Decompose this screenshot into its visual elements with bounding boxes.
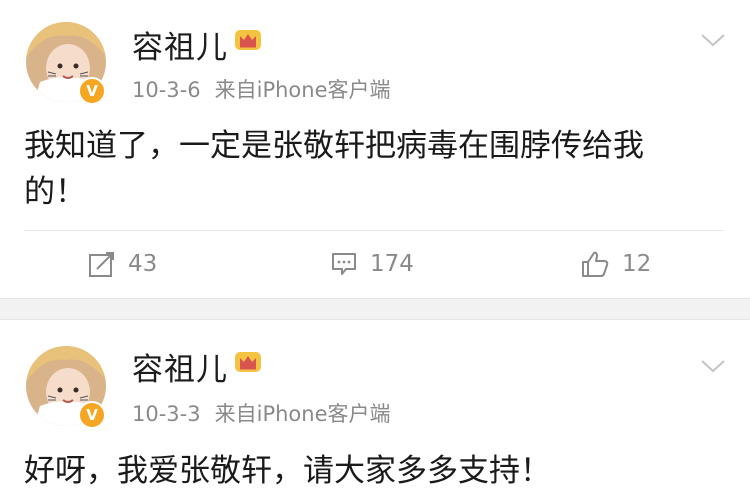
verified-badge: V: [78, 401, 106, 429]
verified-badge: V: [78, 77, 106, 105]
like-button[interactable]: 12: [580, 244, 651, 284]
post-date: 10-3-3: [132, 402, 201, 426]
author-name[interactable]: 容祖儿: [132, 344, 228, 389]
post-content-line: 的！: [24, 174, 86, 210]
weibo-post: 容祖儿 10-3-6 来自iPhone客户端 我知道了，一定是张敬轩把病毒在围脖传…: [0, 0, 750, 298]
post-meta: 10-3-3 来自iPhone客户端: [132, 398, 391, 428]
post-separator: [0, 298, 750, 320]
like-count: 12: [622, 251, 652, 277]
post-content: 我知道了，一定是张敬轩把病毒在围脖传给我 的！: [24, 123, 724, 215]
post-content: 好呀，我爱张敬轩，请大家多多支持！: [24, 448, 724, 494]
chevron-down-icon[interactable]: [700, 32, 726, 48]
weibo-post: 容祖儿 10-3-3 来自iPhone客户端 好呀，我爱张敬轩，请大家多多支持！: [0, 320, 750, 502]
post-meta: 10-3-6 来自iPhone客户端: [132, 74, 391, 104]
post-source: 来自iPhone客户端: [214, 78, 391, 102]
post-content-line: 好呀，我爱张敬轩，请大家多多支持！: [24, 453, 551, 489]
repost-count: 43: [128, 251, 158, 277]
comment-count: 174: [370, 251, 414, 277]
comment-icon: [332, 253, 356, 275]
post-content-line: 我知道了，一定是张敬轩把病毒在围脖传给我: [24, 128, 644, 164]
post-date: 10-3-6: [132, 78, 201, 102]
repost-icon: [89, 252, 114, 277]
chevron-down-icon[interactable]: [700, 358, 726, 374]
author-name[interactable]: 容祖儿: [132, 22, 228, 67]
comment-button[interactable]: 174: [330, 244, 414, 284]
post-source: 来自iPhone客户端: [214, 402, 391, 426]
divider: [24, 230, 724, 231]
crown-icon: [233, 348, 263, 376]
action-bar: 43 174 12: [0, 244, 750, 284]
crown-icon: [233, 26, 263, 54]
thumbs-up-icon: [582, 251, 609, 277]
repost-button[interactable]: 43: [88, 244, 157, 284]
